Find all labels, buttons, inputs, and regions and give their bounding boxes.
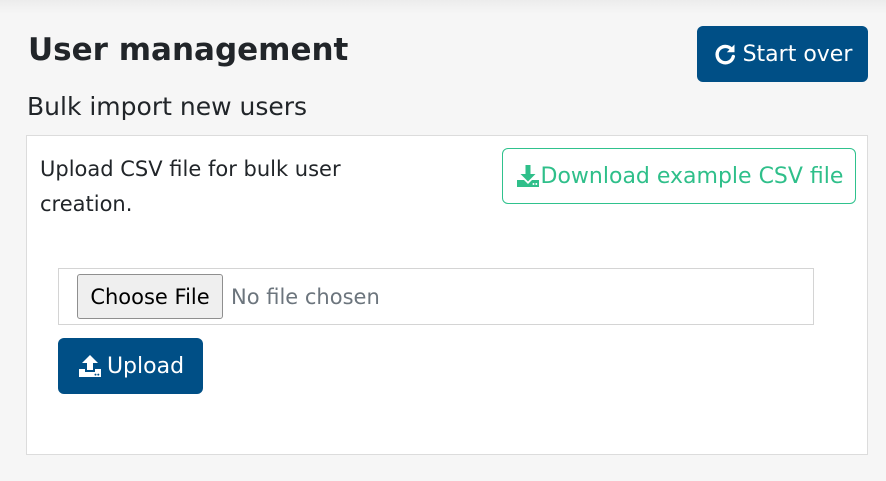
upload-description: Upload CSV file for bulk user creation. <box>40 157 341 216</box>
section-subtitle: Bulk import new users <box>27 92 308 121</box>
upload-icon <box>77 353 103 379</box>
bulk-import-card: Upload CSV file for bulk user creation. … <box>26 135 868 455</box>
page-title: User management <box>28 32 349 68</box>
download-icon <box>515 163 541 189</box>
page: User management Start over Bulk import n… <box>0 0 886 481</box>
csv-file-input[interactable]: Choose File No file chosen <box>58 268 814 325</box>
start-over-button[interactable]: Start over <box>697 26 868 82</box>
upload-button[interactable]: Upload <box>58 338 203 394</box>
upload-label: Upload <box>106 353 185 379</box>
download-example-csv-button[interactable]: Download example CSV file <box>502 148 856 204</box>
file-status-text: No file chosen <box>231 284 380 309</box>
choose-file-button[interactable]: Choose File <box>77 274 223 319</box>
start-over-label: Start over <box>742 41 853 67</box>
download-example-csv-label: Download example CSV file <box>540 163 844 189</box>
redo-icon <box>713 42 737 66</box>
